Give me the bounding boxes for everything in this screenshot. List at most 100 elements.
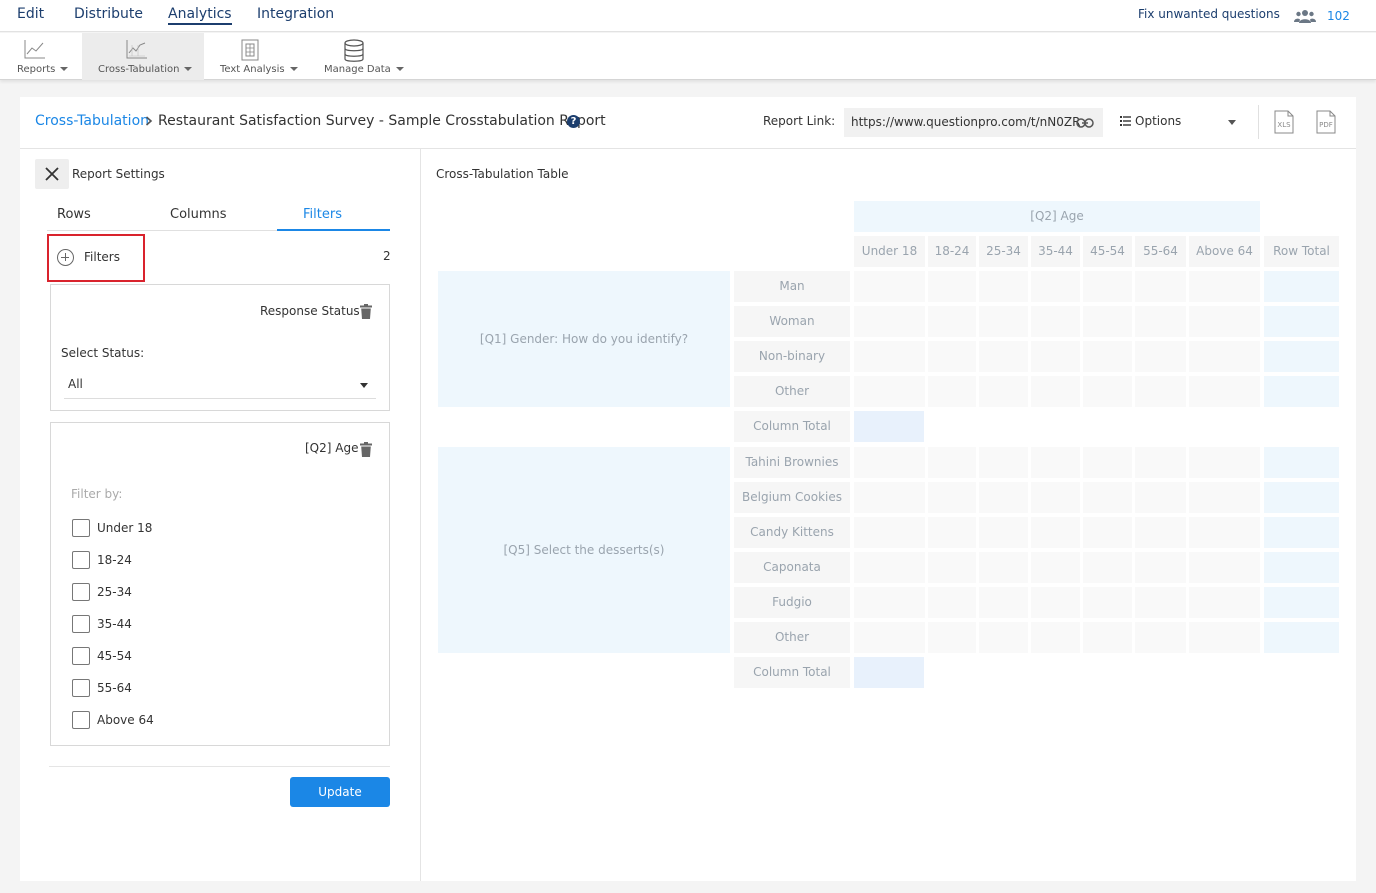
analytics-toolbar: Reports Cross-Tabulation Text Analysis M… xyxy=(0,33,1376,80)
column-header: 45-54 xyxy=(1083,236,1132,267)
pdf-export-icon[interactable]: PDF xyxy=(1316,110,1336,134)
data-cell xyxy=(1189,482,1260,513)
help-icon[interactable]: ? xyxy=(567,115,580,128)
add-filter-button[interactable]: Filters xyxy=(47,234,145,282)
link-icon[interactable] xyxy=(1076,117,1094,129)
column-header: 25-34 xyxy=(979,236,1028,267)
nav-edit[interactable]: Edit xyxy=(17,6,44,22)
status-select[interactable]: All xyxy=(64,372,376,399)
report-header: Cross-Tabulation Restaurant Satisfaction… xyxy=(20,97,1356,149)
toolbar-manage-data[interactable]: Manage Data xyxy=(304,33,414,80)
nav-integration[interactable]: Integration xyxy=(257,6,334,22)
row-total-cell xyxy=(1264,447,1339,478)
column-total-cell xyxy=(854,657,924,688)
toolbar-cross-tabulation[interactable]: Cross-Tabulation xyxy=(82,33,204,80)
checkbox[interactable] xyxy=(72,679,90,697)
data-cell xyxy=(1031,376,1080,407)
row-label: Man xyxy=(734,271,850,302)
response-status-title: Response Status xyxy=(260,304,360,318)
trash-icon[interactable] xyxy=(360,304,372,319)
tab-columns[interactable]: Columns xyxy=(170,207,227,222)
tab-filters[interactable]: Filters xyxy=(303,207,342,222)
row-total-cell xyxy=(1264,271,1339,302)
data-cell xyxy=(1083,517,1132,548)
cross-tabulation-table-title: Cross-Tabulation Table xyxy=(436,167,569,181)
top-nav: Edit Distribute Analytics Integration Fi… xyxy=(0,0,1376,32)
data-cell xyxy=(1189,376,1260,407)
age-option-label: 25-34 xyxy=(97,585,132,599)
settings-tabs: Rows Columns Filters xyxy=(47,201,390,231)
users-icon[interactable] xyxy=(1294,9,1316,23)
data-cell xyxy=(854,482,925,513)
user-count[interactable]: 102 xyxy=(1327,9,1350,23)
nav-analytics[interactable]: Analytics xyxy=(168,6,232,25)
checkbox[interactable] xyxy=(72,615,90,633)
filter-count: 2 xyxy=(383,249,391,263)
row-total-cell xyxy=(1264,306,1339,337)
fix-unwanted-questions-link[interactable]: Fix unwanted questions xyxy=(1138,7,1280,21)
divider xyxy=(1258,105,1259,139)
data-cell xyxy=(854,306,925,337)
age-filter-title: [Q2] Age xyxy=(305,441,359,455)
checkbox[interactable] xyxy=(72,551,90,569)
report-panel: Cross-Tabulation Restaurant Satisfaction… xyxy=(20,97,1356,881)
update-button[interactable]: Update xyxy=(290,777,390,807)
row-total-cell xyxy=(1264,482,1339,513)
chevron-down-icon xyxy=(184,67,193,71)
checkbox[interactable] xyxy=(72,519,90,537)
data-cell xyxy=(1189,447,1260,478)
tab-rows[interactable]: Rows xyxy=(57,207,91,222)
chevron-down-icon xyxy=(60,67,69,71)
report-link-field[interactable]: https://www.questionpro.com/t/nN0ZR xyxy=(844,108,1103,137)
checkbox[interactable] xyxy=(72,711,90,729)
chevron-down-icon[interactable] xyxy=(1228,120,1236,125)
data-cell xyxy=(854,587,925,618)
row-label: Fudgio xyxy=(734,587,850,618)
data-cell xyxy=(1031,482,1080,513)
age-option-label: 35-44 xyxy=(97,617,132,631)
list-icon xyxy=(1120,116,1131,126)
checkbox[interactable] xyxy=(72,647,90,665)
column-total-label: Column Total xyxy=(734,411,850,442)
data-cell xyxy=(979,447,1028,478)
data-cell xyxy=(1135,306,1186,337)
row-label: Other xyxy=(734,376,850,407)
column-total-cell xyxy=(854,411,924,442)
data-cell xyxy=(928,587,976,618)
xls-export-icon[interactable]: XLS xyxy=(1274,110,1294,134)
toolbar-cross-tabulation-label: Cross-Tabulation xyxy=(98,64,180,75)
data-cell xyxy=(1135,376,1186,407)
close-settings-button[interactable] xyxy=(35,159,69,189)
data-cell xyxy=(1135,622,1186,653)
toolbar-text-analysis[interactable]: Text Analysis xyxy=(204,33,304,80)
data-cell xyxy=(1031,447,1080,478)
column-question-header: [Q2] Age xyxy=(854,201,1260,232)
column-header: 55-64 xyxy=(1135,236,1186,267)
age-filter-card: [Q2] Age Filter by: Under 18 18-24 25-34… xyxy=(50,422,390,746)
page-title: Restaurant Satisfaction Survey - Sample … xyxy=(158,113,606,129)
row-total-cell xyxy=(1264,376,1339,407)
trash-icon[interactable] xyxy=(360,442,372,457)
data-cell xyxy=(1189,341,1260,372)
data-cell xyxy=(1083,447,1132,478)
data-cell xyxy=(1083,482,1132,513)
row-label: Woman xyxy=(734,306,850,337)
report-link-value[interactable]: https://www.questionpro.com/t/nN0ZR xyxy=(851,115,1080,129)
row-total-cell xyxy=(1264,341,1339,372)
database-icon xyxy=(344,39,364,62)
options-dropdown[interactable]: Options xyxy=(1135,114,1181,128)
row-label: Belgium Cookies xyxy=(734,482,850,513)
chevron-down-icon xyxy=(360,383,368,388)
chevron-right-icon xyxy=(145,116,153,126)
data-cell xyxy=(1083,306,1132,337)
data-cell xyxy=(1083,376,1132,407)
checkbox[interactable] xyxy=(72,583,90,601)
breadcrumb-cross-tabulation[interactable]: Cross-Tabulation xyxy=(35,113,149,129)
data-cell xyxy=(928,376,976,407)
toolbar-reports[interactable]: Reports xyxy=(0,33,82,80)
row-label: Other xyxy=(734,622,850,653)
nav-distribute[interactable]: Distribute xyxy=(74,6,143,22)
data-cell xyxy=(928,517,976,548)
data-cell xyxy=(1135,587,1186,618)
data-cell xyxy=(854,376,925,407)
